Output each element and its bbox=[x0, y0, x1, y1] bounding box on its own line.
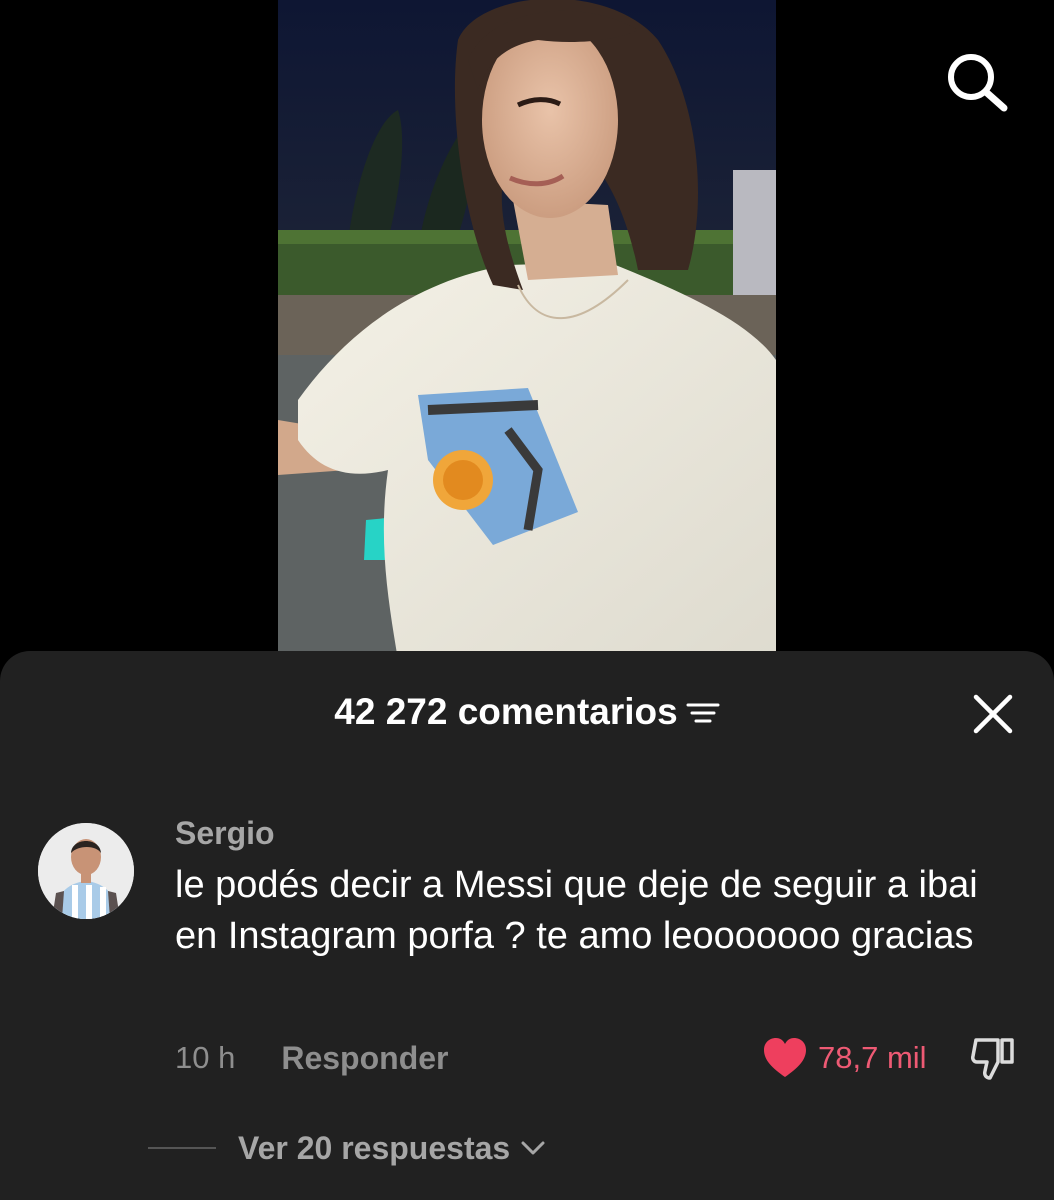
comment-meta: 10 h Responder bbox=[175, 1036, 448, 1080]
dislike-button[interactable] bbox=[968, 1034, 1018, 1084]
comment-text: le podés decir a Messi que deje de segui… bbox=[175, 864, 978, 957]
screen: 42 272 comentarios Sergio le podés decir… bbox=[0, 0, 1054, 1200]
thumbs-down-icon bbox=[971, 1038, 1014, 1080]
comments-count: 42 272 comentarios bbox=[334, 691, 678, 732]
replies-divider bbox=[148, 1147, 216, 1149]
avatar[interactable] bbox=[38, 823, 134, 919]
comment-time: 10 h bbox=[175, 1040, 236, 1075]
sort-icon[interactable] bbox=[686, 698, 720, 726]
close-icon bbox=[973, 694, 1013, 734]
view-replies-button[interactable]: Ver 20 respuestas bbox=[148, 1126, 546, 1170]
video-player[interactable] bbox=[278, 0, 776, 660]
like-button[interactable]: 78,7 mil bbox=[762, 1034, 927, 1082]
comments-header: 42 272 comentarios bbox=[0, 691, 1054, 733]
comment-username[interactable]: Sergio bbox=[175, 813, 275, 853]
heart-icon bbox=[764, 1038, 806, 1077]
reply-button[interactable]: Responder bbox=[281, 1040, 448, 1077]
search-icon bbox=[948, 54, 1008, 112]
view-replies-label: Ver 20 respuestas bbox=[238, 1129, 511, 1166]
chevron-down-icon bbox=[521, 1141, 545, 1155]
avatar-image bbox=[38, 823, 134, 919]
like-count: 78,7 mil bbox=[818, 1040, 927, 1075]
search-button[interactable] bbox=[944, 52, 1010, 112]
comments-count-wrap: 42 272 comentarios bbox=[334, 691, 720, 733]
close-button[interactable] bbox=[970, 691, 1016, 737]
video-frame bbox=[278, 0, 776, 660]
